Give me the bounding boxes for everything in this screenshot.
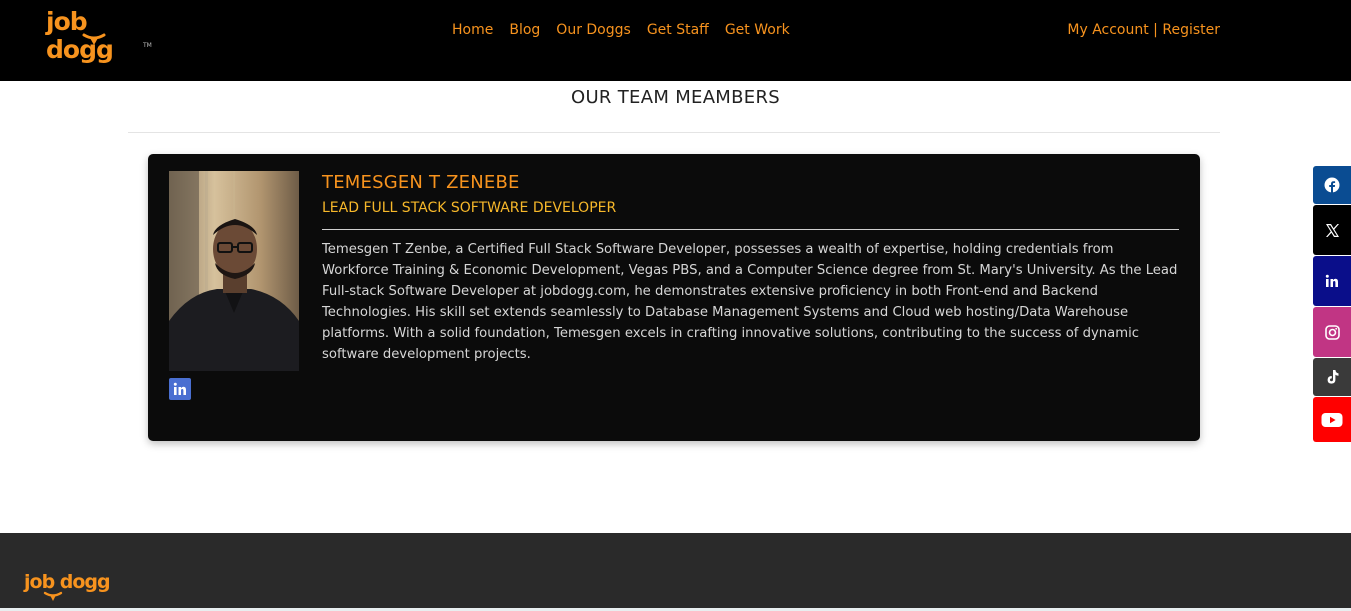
x-icon xyxy=(1325,223,1339,237)
my-account-link[interactable]: My Account xyxy=(1067,22,1148,38)
member-name: TEMESGEN T ZENEBE xyxy=(322,172,520,193)
logo-trademark: TM xyxy=(143,42,152,49)
tiktok-icon xyxy=(1327,370,1338,384)
youtube-link[interactable] xyxy=(1313,397,1351,442)
social-sidebar xyxy=(1313,166,1351,443)
account-links: My Account | Register xyxy=(1067,22,1220,38)
nav-home[interactable]: Home xyxy=(452,22,493,38)
site-header: job dogg TM Home Blog Our Doggs Get Staf… xyxy=(0,0,1351,81)
card-divider xyxy=(322,229,1179,230)
nav-our-doggs[interactable]: Our Doggs xyxy=(556,22,631,38)
member-photo xyxy=(169,171,299,371)
title-divider xyxy=(128,132,1220,133)
account-separator: | xyxy=(1148,22,1163,38)
page: job dogg TM Home Blog Our Doggs Get Staf… xyxy=(0,0,1351,611)
dog-face-icon xyxy=(43,591,63,601)
tiktok-link[interactable] xyxy=(1313,358,1351,396)
youtube-icon xyxy=(1321,412,1343,427)
team-member-card: TEMESGEN T ZENEBE LEAD FULL STACK SOFTWA… xyxy=(148,154,1200,441)
linkedin-icon xyxy=(1325,274,1338,287)
main-nav: Home Blog Our Doggs Get Staff Get Work xyxy=(452,22,790,38)
linkedin-icon xyxy=(173,382,186,395)
member-role: LEAD FULL STACK SOFTWARE DEVELOPER xyxy=(322,200,617,216)
instagram-icon xyxy=(1324,324,1340,340)
site-footer: job dogg xyxy=(0,533,1351,611)
linkedin-link[interactable] xyxy=(1313,256,1351,306)
section-title: OUR TEAM MEAMBERS xyxy=(570,87,780,108)
member-bio: Temesgen T Zenbe, a Certified Full Stack… xyxy=(322,242,1178,362)
nav-blog[interactable]: Blog xyxy=(509,22,540,38)
register-link[interactable]: Register xyxy=(1162,22,1220,38)
x-link[interactable] xyxy=(1313,205,1351,255)
footer-logo[interactable]: job dogg xyxy=(24,571,111,593)
nav-get-work[interactable]: Get Work xyxy=(725,22,790,38)
facebook-icon xyxy=(1324,177,1340,193)
nav-get-staff[interactable]: Get Staff xyxy=(647,22,709,38)
facebook-link[interactable] xyxy=(1313,166,1351,204)
dog-face-icon xyxy=(82,33,106,45)
instagram-link[interactable] xyxy=(1313,307,1351,357)
member-linkedin-link[interactable] xyxy=(169,378,191,400)
jobdogg-logo[interactable]: job dogg TM xyxy=(46,8,156,64)
